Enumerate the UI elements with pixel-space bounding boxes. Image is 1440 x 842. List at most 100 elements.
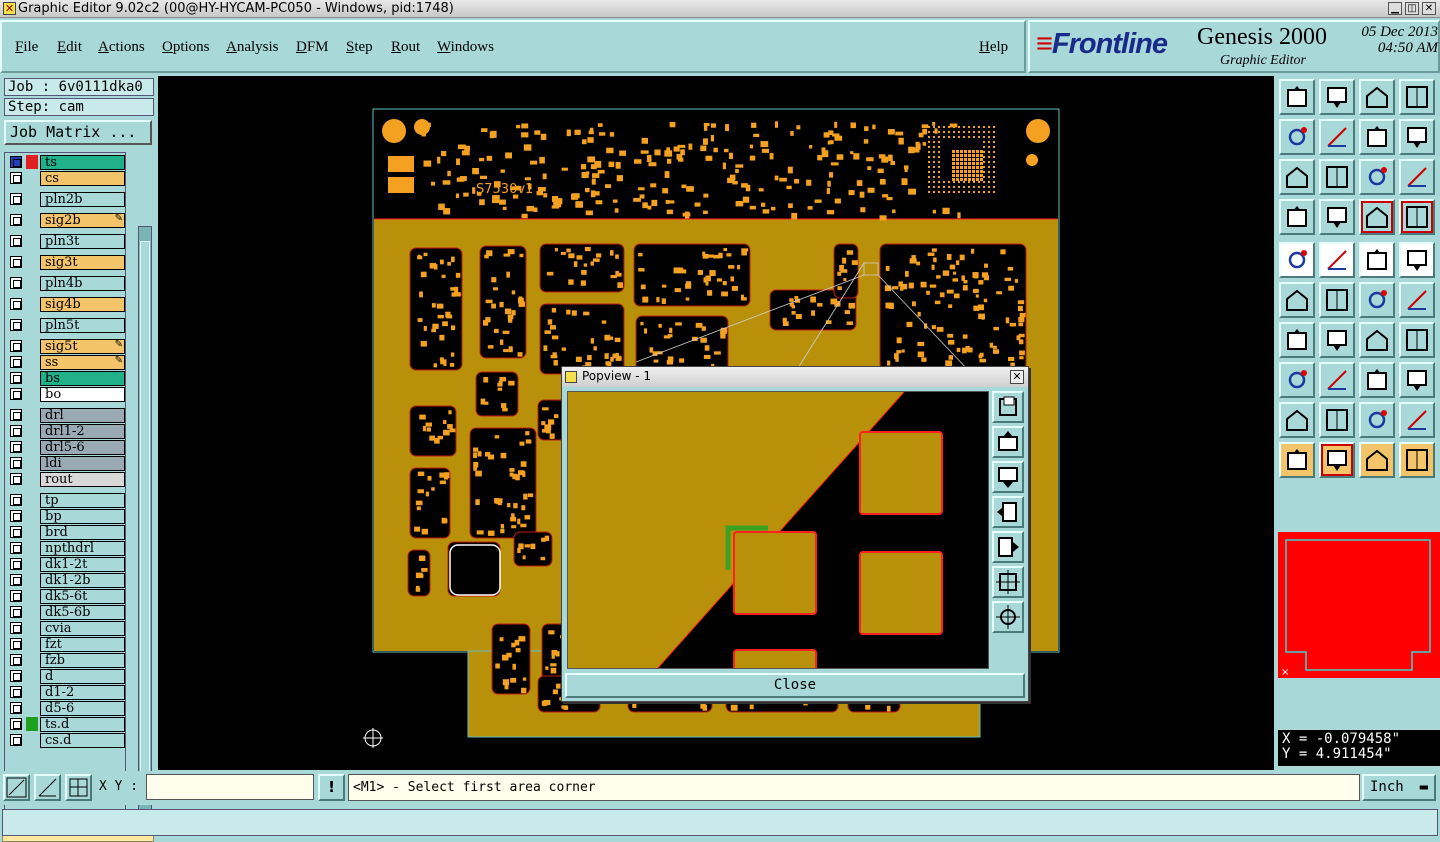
pan-right-button[interactable] [1319,119,1355,155]
layer-checkbox[interactable] [10,256,22,268]
draw-arc-c-button[interactable] [1399,402,1435,438]
layer-checkbox[interactable] [10,510,22,522]
ruler-button[interactable] [1359,242,1395,278]
zoom-area-button[interactable] [1399,79,1435,115]
scale-1-2-button[interactable] [1359,159,1395,195]
connect-tool-button[interactable] [1399,442,1435,478]
popview-pan-right-button[interactable] [992,531,1024,563]
help-query-button[interactable] [1399,159,1435,195]
alert-button[interactable]: ! [318,774,345,801]
layer-name[interactable]: dk5-6t [40,589,125,604]
unit-selector[interactable]: Inch ▬ [1362,774,1436,801]
snap-center-button[interactable] [1399,242,1435,278]
layer-row-rout[interactable]: rout [7,472,125,487]
layer-row-ss[interactable]: ss ✎ [7,355,125,370]
layer-checkbox[interactable] [10,702,22,714]
layer-checkbox[interactable] [10,590,22,602]
popview-zoom-home-button[interactable] [992,566,1024,598]
menu-step[interactable]: Step [346,39,373,56]
layer-row-sig5t[interactable]: sig5t ✎ [7,339,125,354]
route-point-button[interactable] [1359,282,1395,318]
layer-name[interactable]: d [40,669,125,684]
popview-close-icon[interactable]: ✕ [1010,370,1024,384]
layer-name[interactable]: pln5t [40,318,125,333]
layer-row-cs.d[interactable]: cs.d [7,733,125,748]
layer-checkbox[interactable] [10,457,22,469]
layer-name[interactable]: pln4b [40,276,125,291]
menu-actions[interactable]: Actions [98,39,145,56]
layer-checkbox[interactable] [10,494,22,506]
scroll-thumb[interactable] [140,241,150,803]
layer-name[interactable]: ts [40,155,125,170]
layer-checkbox[interactable] [10,574,22,586]
layer-checkbox[interactable] [10,156,22,168]
zoom-window-button[interactable] [1279,159,1315,195]
layer-checkbox[interactable] [10,441,22,453]
cut-line-button[interactable] [1319,362,1355,398]
layer-row-tp[interactable]: tp [7,493,125,508]
layer-row-pln5t[interactable]: pln5t [7,318,125,333]
zoom-home-button[interactable] [1359,79,1395,115]
layer-name[interactable]: sig2b [40,213,125,228]
layer-checkbox[interactable] [10,542,22,554]
layer-row-ts.d[interactable]: ts.d [7,717,125,732]
layer-checkbox[interactable] [10,654,22,666]
layer-checkbox[interactable] [10,388,22,400]
layer-row-sig4b[interactable]: sig4b [7,297,125,312]
layer-checkbox[interactable] [10,606,22,618]
layer-row-cs[interactable]: cs [7,171,125,186]
layer-name[interactable]: rout [40,472,125,487]
menu-edit[interactable]: Edit [57,39,82,56]
layer-name[interactable]: cvia [40,621,125,636]
popview-zoom-view[interactable] [567,391,989,669]
layer-row-dk1-2t[interactable]: dk1-2t [7,557,125,572]
layer-row-bs[interactable]: bs [7,371,125,386]
layer-checkbox[interactable] [10,372,22,384]
layer-row-bo[interactable]: bo [7,387,125,402]
layer-row-d1-2[interactable]: d1-2 [7,685,125,700]
layer-name[interactable]: npthdrl [40,541,125,556]
menu-options[interactable]: Options [162,39,210,56]
layer-checkbox[interactable] [10,558,22,570]
layer-row-pln2b[interactable]: pln2b [7,192,125,207]
draw-arc-button[interactable] [1319,322,1355,358]
select-arrow-button[interactable] [1279,442,1315,478]
popview-pan-down-button[interactable] [992,461,1024,493]
layer-name[interactable]: drl1-2 [40,424,125,439]
layer-name[interactable]: fzb [40,653,125,668]
measure-button[interactable] [1359,362,1395,398]
layer-checkbox[interactable] [10,409,22,421]
layer-row-drl5-6[interactable]: drl5-6 [7,440,125,455]
layer-name[interactable]: ss [40,355,125,370]
layer-name[interactable]: drl5-6 [40,440,125,455]
layer-row-npthdrl[interactable]: npthdrl [7,541,125,556]
layer-row-ldi[interactable]: ldi [7,456,125,471]
layer-name[interactable]: sig3t [40,255,125,270]
popview-zoom-fit-button[interactable] [992,601,1024,633]
grid-toggle-button[interactable] [1319,199,1355,235]
measure-mode-button[interactable] [34,774,61,801]
window-close-button[interactable]: ✕ [1422,2,1436,15]
layer-name[interactable]: sig5t [40,339,125,354]
popview-pan-up-button[interactable] [992,426,1024,458]
layer-row-drl[interactable]: drl [7,408,125,423]
select-pad-button[interactable] [1279,362,1315,398]
layer-name[interactable]: drl [40,408,125,423]
layer-name[interactable]: sig4b [40,297,125,312]
layer-compare-button[interactable] [1399,199,1435,235]
select-box-button[interactable] [1319,442,1355,478]
snap-pad-button[interactable] [1279,242,1315,278]
layer-row-d[interactable]: d [7,669,125,684]
layer-checkbox[interactable] [10,622,22,634]
layer-row-sig3t[interactable]: sig3t [7,255,125,270]
layer-row-d5-6[interactable]: d5-6 [7,701,125,716]
menu-analysis[interactable]: Analysis [226,39,279,56]
layer-checkbox[interactable] [10,526,22,538]
layer-checkbox[interactable] [10,356,22,368]
menu-rout[interactable]: Rout [391,39,420,56]
layer-checkbox[interactable] [10,235,22,247]
layer-row-cvia[interactable]: cvia [7,621,125,636]
layer-row-sig2b[interactable]: sig2b ✎ [7,213,125,228]
menu-windows[interactable]: Windows [437,39,494,56]
feature-attr-button[interactable] [1399,362,1435,398]
